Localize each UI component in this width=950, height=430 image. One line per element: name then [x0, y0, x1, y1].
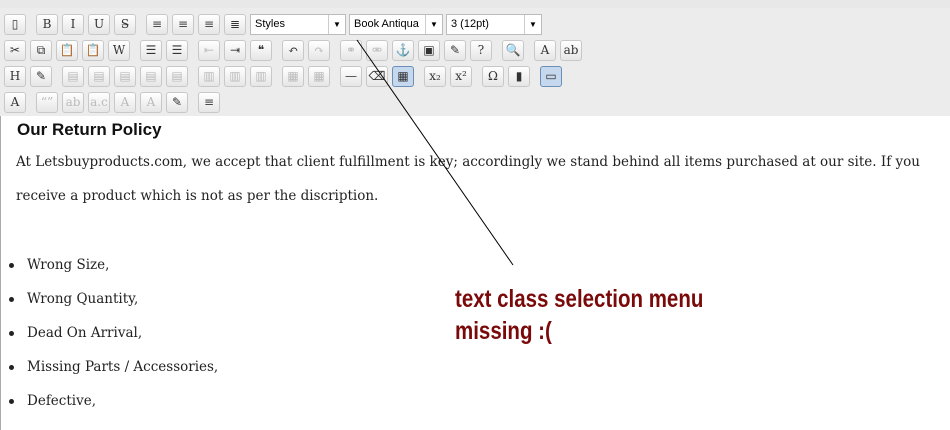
annotation-line-1: text class selection menu — [455, 285, 704, 313]
annotation-note: text class selection menu missing :( — [455, 283, 703, 347]
annotation-pointer-line — [356, 39, 514, 266]
annotation-line-2: missing :( — [455, 317, 552, 345]
